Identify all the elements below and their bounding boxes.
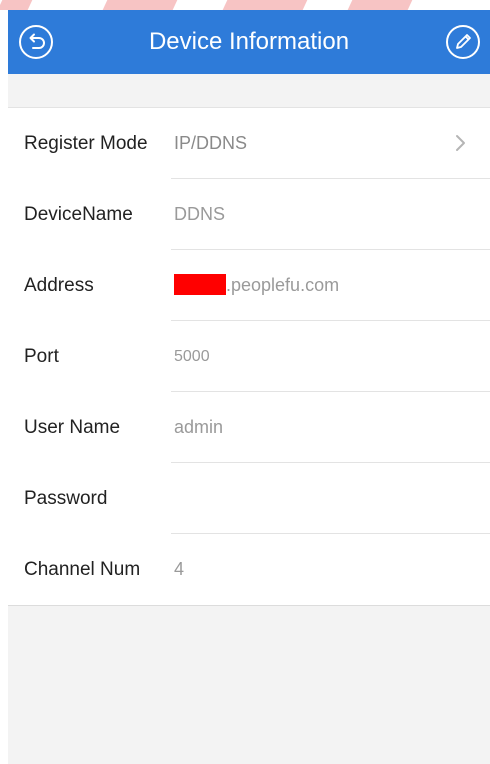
edit-button[interactable]	[445, 24, 481, 60]
user-name-label: User Name	[24, 417, 121, 438]
channel-num-field[interactable]: 4	[174, 534, 184, 605]
port-field[interactable]: 5000	[174, 321, 210, 392]
port-row: Port 5000	[8, 321, 490, 392]
device-name-label: DeviceName	[24, 204, 133, 225]
port-label: Port	[24, 346, 59, 367]
pencil-icon	[446, 25, 480, 59]
channel-num-row: Channel Num 4	[8, 534, 490, 605]
register-mode-value: IP/DDNS	[174, 133, 248, 153]
redaction-box	[174, 273, 226, 295]
address-value: .peoplefu.com	[226, 275, 340, 295]
page-title: Device Information	[148, 28, 350, 55]
address-row: Address .peoplefu.com	[8, 250, 490, 321]
chevron-right-icon	[456, 135, 465, 151]
device-name-row: DeviceName DDNS	[8, 179, 490, 250]
user-name-field[interactable]: admin	[174, 392, 223, 463]
register-mode-row[interactable]: Register Mode IP/DDNS	[8, 108, 490, 179]
password-label: Password	[24, 488, 108, 509]
address-label: Address	[24, 275, 94, 296]
user-name-row: User Name admin	[8, 392, 490, 463]
header-bar: Device Information	[8, 10, 490, 74]
device-info-form: Register Mode IP/DDNS DeviceName DDNS Ad…	[8, 107, 490, 606]
register-mode-label: Register Mode	[24, 133, 148, 154]
device-information-screen: Device Information Register Mode IP/DDNS…	[8, 10, 490, 764]
password-row: Password	[8, 463, 490, 534]
status-bar-strip	[0, 0, 490, 10]
device-name-field[interactable]: DDNS	[174, 179, 225, 250]
channel-num-label: Channel Num	[24, 559, 141, 580]
address-field[interactable]: .peoplefu.com	[174, 250, 339, 321]
